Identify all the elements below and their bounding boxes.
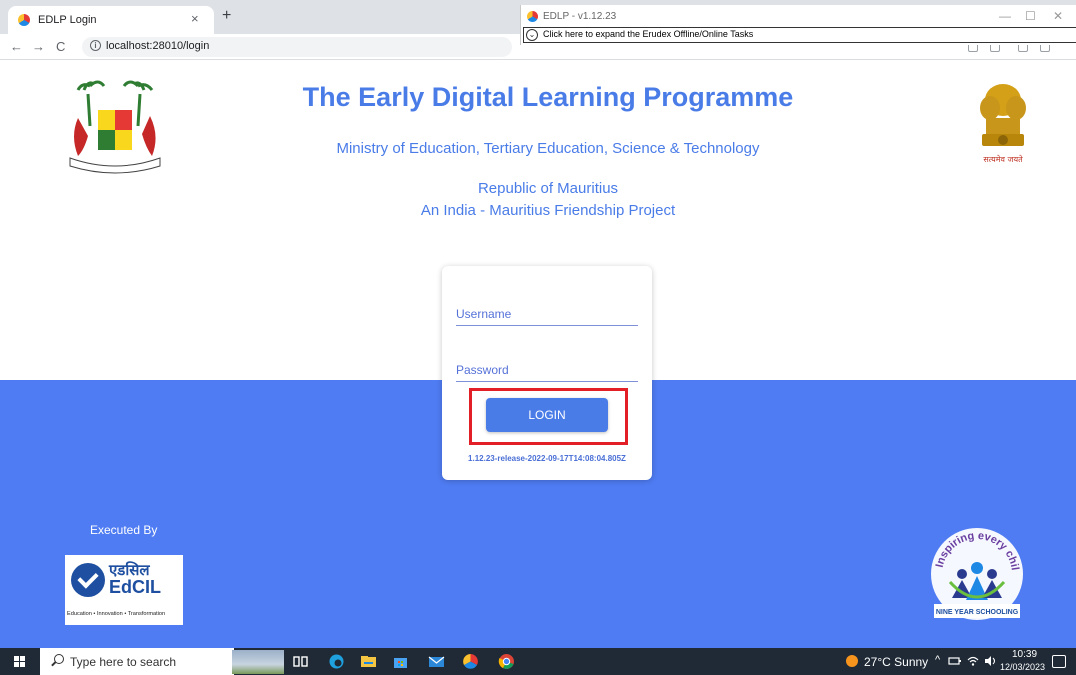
site-info-icon[interactable]: i: [90, 40, 101, 51]
taskbar-search-placeholder: Type here to search: [70, 655, 177, 669]
new-tab-button[interactable]: +: [222, 7, 231, 25]
windows-taskbar: Type here to search 27°C Sunny ^ 10:39 1…: [0, 648, 1076, 675]
edlp-taskbar-icon[interactable]: [462, 653, 479, 670]
edlp-app-icon: [527, 11, 538, 22]
browser-tab[interactable]: EDLP Login ×: [8, 6, 214, 34]
tray-chevron-up-icon[interactable]: ^: [935, 654, 940, 666]
clock-date[interactable]: 12/03/2023: [1000, 662, 1045, 672]
chrome-icon[interactable]: [498, 653, 515, 670]
taskbar-search-box[interactable]: Type here to search: [40, 648, 234, 675]
friendship-subtitle: An India - Mauritius Friendship Project: [420, 202, 676, 219]
edcil-tagline: Education • Innovation • Transformation: [67, 611, 166, 617]
username-field-wrap: [456, 304, 638, 326]
login-card: LOGIN 1.12.23-release-2022-09-17T14:08:0…: [442, 266, 652, 480]
clock-time[interactable]: 10:39: [1012, 649, 1037, 660]
app-window-title: EDLP - v1.12.23: [543, 11, 617, 22]
windows-start-icon[interactable]: [14, 656, 26, 668]
notification-center-icon[interactable]: [1052, 655, 1066, 668]
screen: EDLP Login × + ← → C i localhost:28010/l…: [0, 0, 1076, 675]
login-page: सत्यमेव जयते The Early Digital Learning …: [0, 60, 1076, 648]
mail-icon[interactable]: [428, 653, 445, 670]
ministry-subtitle: Ministry of Education, Tertiary Educatio…: [336, 140, 760, 157]
password-field-wrap: [456, 360, 638, 382]
expand-tasks-bar[interactable]: ⌄ Click here to expand the Erudex Offlin…: [523, 27, 1076, 43]
page-heading: The Early Digital Learning Programme: [302, 82, 794, 112]
minimize-button[interactable]: —: [999, 9, 1011, 23]
username-input[interactable]: [456, 304, 638, 324]
forward-button[interactable]: →: [32, 39, 45, 54]
version-text: 1.12.23-release-2022-09-17T14:08:04.805Z: [468, 454, 626, 463]
edlp-app-window: EDLP - v1.12.23 — ☐ ✕ ⌄ Click here to ex…: [520, 5, 1076, 45]
maximize-button[interactable]: ☐: [1025, 9, 1036, 23]
weather-widget-thumbnail[interactable]: [232, 650, 284, 674]
edcil-logo: एडसिल EdCIL Education • Innovation • Tra…: [65, 555, 183, 625]
volume-icon[interactable]: [984, 655, 998, 667]
url-text: localhost:28010/login: [106, 40, 210, 52]
edlp-favicon-icon: [18, 14, 30, 26]
sun-weather-icon[interactable]: [846, 655, 858, 667]
nine-year-schooling-logo: Inspiring every child NINE YEAR SCHOOLIN…: [922, 522, 1023, 620]
file-explorer-icon[interactable]: [360, 653, 377, 670]
back-button[interactable]: ←: [10, 39, 23, 54]
reload-button[interactable]: C: [56, 39, 65, 54]
microsoft-store-icon[interactable]: [392, 653, 409, 670]
edcil-name: EdCIL: [109, 577, 161, 597]
nys-label: NINE YEAR SCHOOLING: [936, 609, 1019, 616]
chevron-down-icon: ⌄: [526, 29, 538, 41]
edcil-mark-icon: [71, 563, 105, 597]
search-icon: [54, 654, 64, 664]
password-input[interactable]: [456, 360, 638, 380]
wifi-icon[interactable]: [966, 655, 980, 667]
tab-close-button[interactable]: ×: [191, 11, 199, 26]
executed-by-label: Executed By: [90, 523, 158, 537]
task-view-icon[interactable]: [292, 653, 309, 670]
window-close-button[interactable]: ✕: [1053, 9, 1063, 23]
republic-subtitle: Republic of Mauritius: [477, 180, 619, 197]
battery-icon[interactable]: [948, 655, 962, 667]
edge-browser-icon[interactable]: [328, 653, 345, 670]
login-button[interactable]: LOGIN: [486, 398, 608, 432]
tab-title: EDLP Login: [38, 14, 97, 26]
expand-tasks-text: Click here to expand the Erudex Offline/…: [543, 29, 754, 39]
url-field[interactable]: i localhost:28010/login: [82, 37, 512, 57]
tray-weather-text[interactable]: 27°C Sunny: [864, 655, 928, 669]
